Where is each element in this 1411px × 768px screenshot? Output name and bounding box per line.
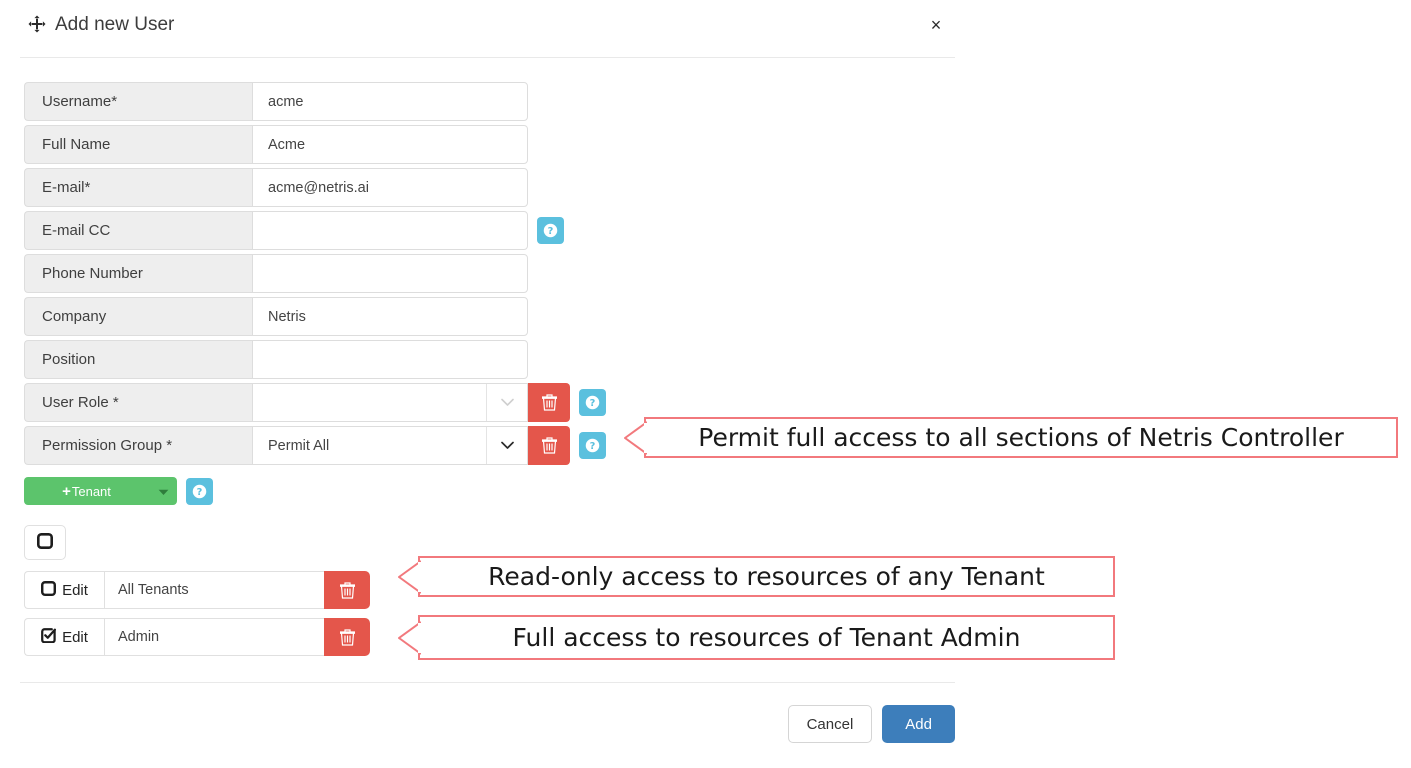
plus-icon: + bbox=[62, 482, 71, 500]
help-icon-user-role[interactable]: ? bbox=[579, 389, 606, 416]
field-label: Position bbox=[24, 340, 252, 379]
user-role-select[interactable] bbox=[252, 383, 528, 422]
field-label: User Role * bbox=[24, 383, 252, 422]
email-input[interactable]: acme@netris.ai bbox=[252, 168, 528, 207]
field-label: Full Name bbox=[24, 125, 252, 164]
close-icon[interactable]: × bbox=[925, 14, 947, 36]
chevron-down-icon bbox=[486, 384, 527, 421]
tenant-add-bar: + Tenant ? bbox=[24, 477, 213, 505]
svg-text:?: ? bbox=[548, 226, 554, 237]
form-row-permission-group: Permission Group * Permit All ? bbox=[24, 426, 606, 465]
page-title: Add new User bbox=[55, 14, 175, 35]
tenant-name: All Tenants bbox=[104, 571, 324, 609]
help-icon-email-cc[interactable]: ? bbox=[537, 217, 564, 244]
tenant-readonly-toggle-button[interactable] bbox=[24, 525, 66, 560]
tenant-edit-button[interactable]: Edit bbox=[24, 618, 104, 656]
form-row-email-cc: E-mail CC ? bbox=[24, 211, 606, 250]
annotation-callout-all-tenants: Read-only access to resources of any Ten… bbox=[398, 556, 1115, 597]
add-tenant-button[interactable]: + Tenant bbox=[24, 477, 149, 505]
form-row-username: Username* acme bbox=[24, 82, 606, 121]
cancel-button[interactable]: Cancel bbox=[787, 705, 873, 743]
email-cc-input[interactable] bbox=[252, 211, 528, 250]
svg-text:?: ? bbox=[197, 487, 203, 498]
callout-text: Permit full access to all sections of Ne… bbox=[698, 423, 1344, 452]
dialog-header: Add new User × bbox=[20, 0, 955, 58]
caret-down-icon bbox=[158, 484, 169, 499]
tenant-edit-label: Edit bbox=[62, 581, 88, 599]
callout-pointer-icon bbox=[397, 559, 422, 594]
square-outline-icon bbox=[36, 532, 53, 552]
delete-permission-group-button[interactable] bbox=[528, 426, 570, 465]
form-row-company: Company Netris bbox=[24, 297, 606, 336]
form-row-email: E-mail* acme@netris.ai bbox=[24, 168, 606, 207]
user-form: Username* acme Full Name Acme E-mail* ac… bbox=[24, 82, 606, 469]
help-icon-tenant[interactable]: ? bbox=[186, 477, 213, 505]
delete-tenant-button[interactable] bbox=[324, 571, 370, 609]
field-label: E-mail* bbox=[24, 168, 252, 207]
form-row-phone: Phone Number bbox=[24, 254, 606, 293]
tenant-list: Edit All Tenants Edit Admin bbox=[24, 571, 370, 665]
callout-pointer-icon bbox=[623, 420, 648, 455]
fullname-input[interactable]: Acme bbox=[252, 125, 528, 164]
annotation-callout-permission-group: Permit full access to all sections of Ne… bbox=[624, 417, 1398, 458]
phone-input[interactable] bbox=[252, 254, 528, 293]
form-row-fullname: Full Name Acme bbox=[24, 125, 606, 164]
svg-text:?: ? bbox=[590, 398, 596, 409]
svg-text:?: ? bbox=[590, 441, 596, 452]
add-button[interactable]: Add bbox=[882, 705, 955, 743]
delete-tenant-button[interactable] bbox=[324, 618, 370, 656]
field-label: Phone Number bbox=[24, 254, 252, 293]
tenant-edit-button[interactable]: Edit bbox=[24, 571, 104, 609]
field-label: E-mail CC bbox=[24, 211, 252, 250]
callout-text: Full access to resources of Tenant Admin bbox=[512, 623, 1021, 652]
form-row-position: Position bbox=[24, 340, 606, 379]
table-row: Edit Admin bbox=[24, 618, 370, 656]
footer-divider bbox=[20, 682, 955, 683]
help-icon-permission-group[interactable]: ? bbox=[579, 432, 606, 459]
callout-text: Read-only access to resources of any Ten… bbox=[488, 562, 1045, 591]
chevron-down-icon bbox=[486, 427, 527, 464]
username-input[interactable]: acme bbox=[252, 82, 528, 121]
move-arrows-icon bbox=[28, 15, 46, 33]
permission-group-value: Permit All bbox=[268, 437, 330, 454]
field-label: Username* bbox=[24, 82, 252, 121]
add-tenant-dropdown-toggle[interactable] bbox=[149, 477, 177, 505]
dialog-footer: Cancel Add bbox=[20, 705, 955, 743]
field-label: Permission Group * bbox=[24, 426, 252, 465]
annotation-callout-admin: Full access to resources of Tenant Admin bbox=[398, 615, 1115, 660]
position-input[interactable] bbox=[252, 340, 528, 379]
square-outline-icon bbox=[41, 580, 57, 600]
tenant-name: Admin bbox=[104, 618, 324, 656]
square-check-icon bbox=[41, 627, 57, 647]
table-row: Edit All Tenants bbox=[24, 571, 370, 609]
add-tenant-label: Tenant bbox=[71, 483, 111, 499]
delete-user-role-button[interactable] bbox=[528, 383, 570, 422]
permission-group-select[interactable]: Permit All bbox=[252, 426, 528, 465]
form-row-user-role: User Role * ? bbox=[24, 383, 606, 422]
callout-pointer-icon bbox=[397, 620, 422, 655]
tenant-edit-label: Edit bbox=[62, 628, 88, 646]
company-input[interactable]: Netris bbox=[252, 297, 528, 336]
field-label: Company bbox=[24, 297, 252, 336]
